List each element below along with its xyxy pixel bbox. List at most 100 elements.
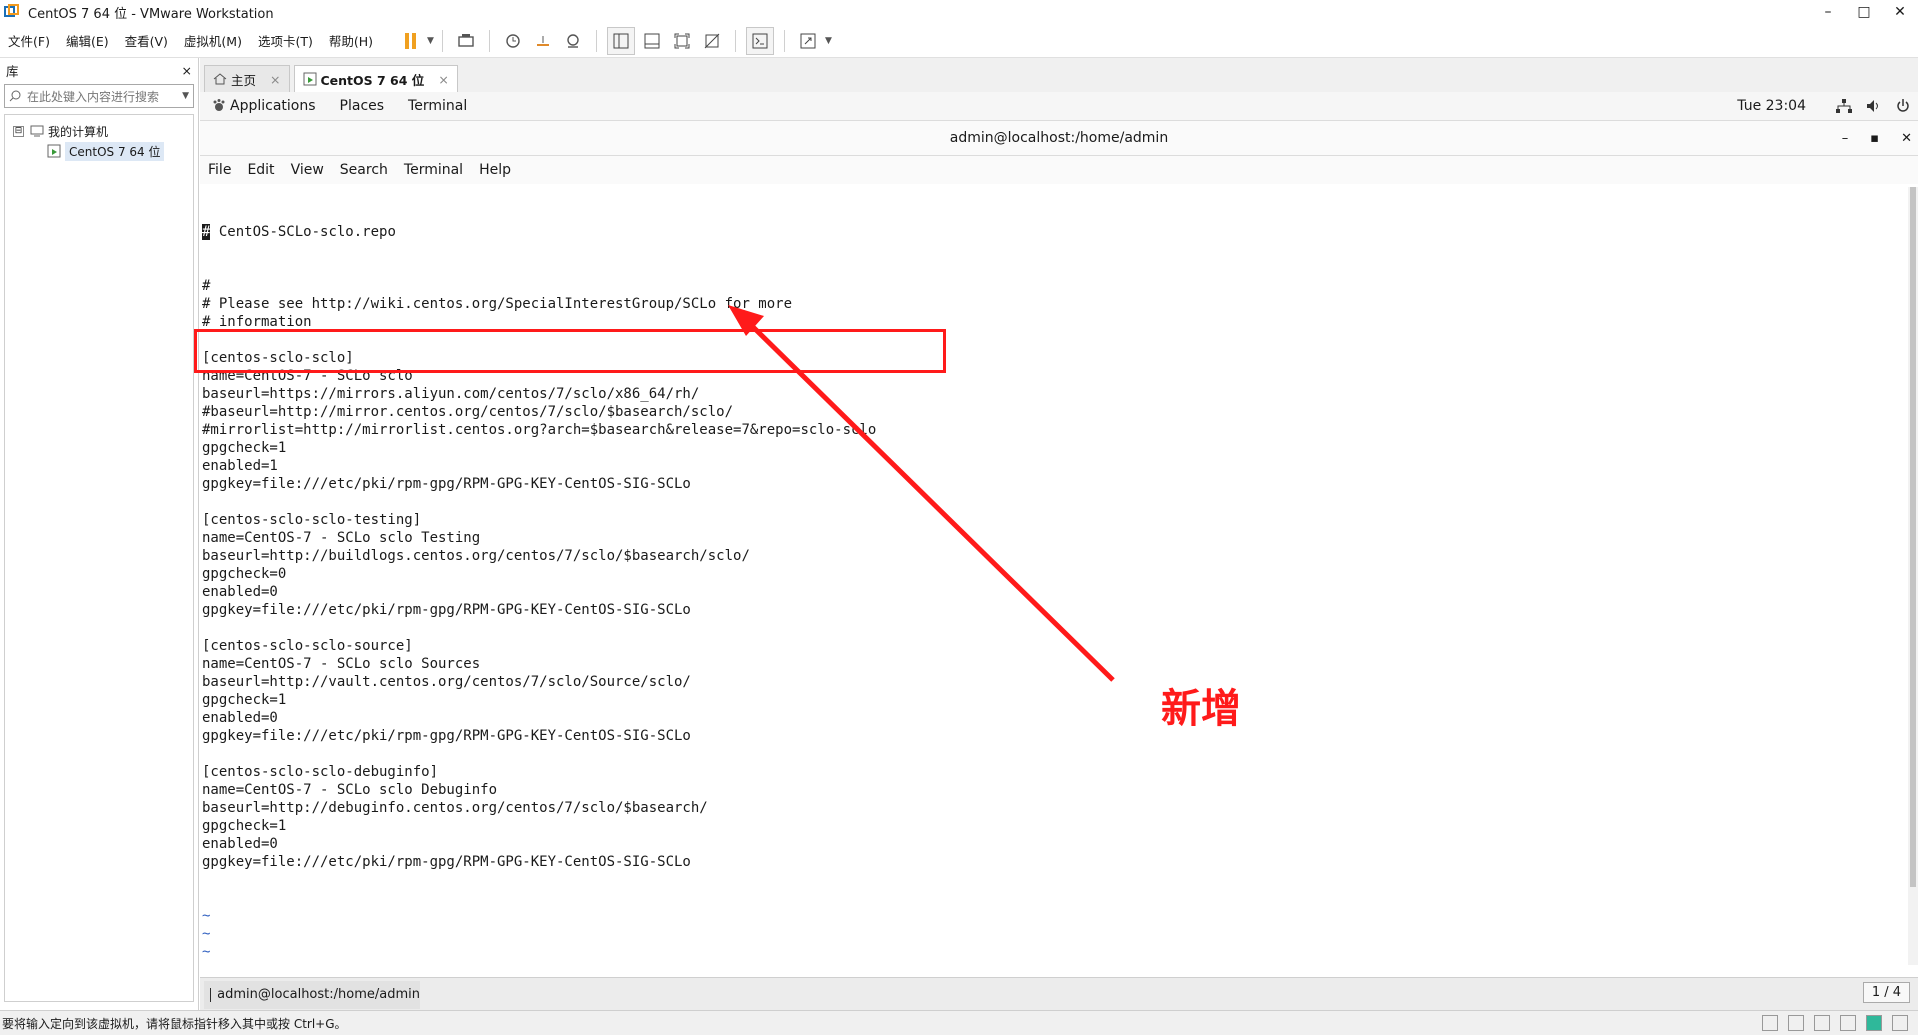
- sidebar-icon: [613, 33, 629, 48]
- minimize-button[interactable]: –: [1810, 0, 1846, 24]
- snapshot-manager-button[interactable]: [560, 28, 586, 54]
- window-controls: – □ ✕: [1810, 0, 1918, 24]
- sound-icon[interactable]: [1866, 1015, 1882, 1031]
- terminal-menu-search[interactable]: Search: [332, 162, 396, 178]
- toolbar: ▼ ▼: [395, 26, 832, 55]
- menu-view[interactable]: 查看(V): [117, 31, 176, 50]
- pause-icon: [404, 32, 416, 49]
- thumbnail-icon: [644, 33, 660, 48]
- stretch-icon: [800, 33, 816, 48]
- chevron-down-icon[interactable]: ▼: [825, 36, 832, 46]
- terminal-text-area[interactable]: # CentOS-SCLo-sclo.repo # # Please see ht…: [200, 187, 1906, 965]
- send-ctrl-alt-del-button[interactable]: [453, 28, 479, 54]
- tab-home[interactable]: 主页 ×: [204, 65, 290, 92]
- terminal-line: [centos-sclo-sclo-debuginfo]: [202, 764, 439, 780]
- clock[interactable]: Tue 23:04: [1737, 98, 1806, 114]
- terminal-line: name=CentOS-7 - SCLo sclo Debuginfo: [202, 782, 498, 798]
- menu-edit[interactable]: 编辑(E): [58, 31, 117, 50]
- terminal-minimize-button[interactable]: –: [1842, 131, 1849, 146]
- terminal-menu-terminal[interactable]: Terminal: [396, 162, 471, 178]
- chevron-down-icon[interactable]: ▼: [182, 91, 189, 101]
- power-icon[interactable]: [1896, 99, 1910, 113]
- menu-file[interactable]: 文件(F): [0, 31, 58, 50]
- library-panel: 库 × 在此处键入内容进行搜索 ▼ ⊟ 我的计算机 CentOS 7 64 位: [0, 58, 199, 1010]
- terminal-maximize-button[interactable]: ▪: [1870, 131, 1879, 146]
- network-adapter-icon[interactable]: [1814, 1015, 1830, 1031]
- terminal-line: enabled=0: [202, 836, 278, 852]
- hdd-icon[interactable]: [1762, 1015, 1778, 1031]
- terminal-line: gpgkey=file:///etc/pki/rpm-gpg/RPM-GPG-K…: [202, 476, 691, 492]
- annotation-highlight-box: [194, 329, 946, 373]
- terminal-line: ~: [202, 926, 211, 942]
- gnome-foot-icon: [213, 99, 225, 111]
- close-tab-icon[interactable]: ×: [270, 72, 280, 87]
- vm-tab-bar: 主页 × CentOS 7 64 位 ×: [200, 58, 1918, 93]
- display-icon[interactable]: [1892, 1015, 1908, 1031]
- menu-tabs[interactable]: 选项卡(T): [250, 31, 321, 50]
- workspace-pager[interactable]: 1 / 4: [1862, 982, 1910, 1003]
- volume-icon[interactable]: [1866, 99, 1882, 113]
- terminal-line: gpgcheck=1: [202, 692, 287, 708]
- terminal-icon: [210, 987, 212, 1002]
- tree-item-my-computer[interactable]: ⊟ 我的计算机: [5, 121, 193, 141]
- tab-centos[interactable]: CentOS 7 64 位 ×: [293, 65, 458, 92]
- close-tab-icon[interactable]: ×: [438, 72, 448, 87]
- tree-item-centos-vm[interactable]: CentOS 7 64 位: [5, 141, 193, 161]
- terminal-scrollbar[interactable]: [1908, 187, 1918, 965]
- guest-display[interactable]: Applications Places Terminal Tue 23:04 a…: [200, 92, 1918, 1011]
- terminal-line: #baseurl=http://mirror.centos.org/centos…: [202, 404, 734, 420]
- computer-icon: [30, 125, 44, 137]
- network-icon[interactable]: [1836, 99, 1852, 113]
- maximize-button[interactable]: □: [1846, 0, 1882, 24]
- terminal-menu-view[interactable]: View: [283, 162, 332, 178]
- gnome-terminal-menu[interactable]: Terminal: [396, 98, 479, 114]
- unity-button[interactable]: [699, 28, 725, 54]
- terminal-menu-file[interactable]: File: [200, 162, 239, 178]
- scrollbar-thumb[interactable]: [1910, 187, 1916, 887]
- full-screen-button[interactable]: [669, 28, 695, 54]
- annotation-label: 新增: [1161, 686, 1241, 732]
- terminal-menubar: File Edit View Search Terminal Help: [200, 156, 1918, 184]
- fullscreen-icon: [674, 33, 690, 48]
- collapse-icon[interactable]: ⊟: [13, 125, 24, 137]
- window-titlebar: CentOS 7 64 位 - VMware Workstation – □ ✕: [0, 0, 1918, 24]
- keyboard-icon: [458, 33, 474, 47]
- gnome-places-menu[interactable]: Places: [328, 98, 397, 114]
- vmware-statusbar: 要将输入定向到该虚拟机，请将鼠标指针移入其中或按 Ctrl+G。: [0, 1010, 1918, 1035]
- vmware-logo-icon: [4, 4, 19, 17]
- window-title: CentOS 7 64 位 - VMware Workstation: [28, 6, 274, 22]
- pause-vm-button[interactable]: [397, 28, 423, 54]
- toolbar-divider: [734, 29, 736, 52]
- cdrom-icon[interactable]: [1788, 1015, 1804, 1031]
- close-window-button[interactable]: ✕: [1882, 0, 1918, 24]
- library-search-input[interactable]: 在此处键入内容进行搜索 ▼: [4, 84, 194, 108]
- revert-snapshot-button[interactable]: [530, 28, 556, 54]
- terminal-line: name=CentOS-7 - SCLo sclo Sources: [202, 656, 481, 672]
- gnome-applications-menu[interactable]: Applications: [200, 98, 328, 114]
- gnome-top-bar: Applications Places Terminal Tue 23:04: [200, 92, 1918, 121]
- chevron-down-icon[interactable]: ▼: [427, 36, 434, 46]
- terminal-menu-edit[interactable]: Edit: [239, 162, 282, 178]
- terminal-line: gpgkey=file:///etc/pki/rpm-gpg/RPM-GPG-K…: [202, 728, 691, 744]
- terminal-close-button[interactable]: ✕: [1901, 131, 1912, 146]
- terminal-line: #: [202, 278, 211, 294]
- status-hint: 要将输入定向到该虚拟机，请将鼠标指针移入其中或按 Ctrl+G。: [2, 1016, 347, 1031]
- console-view-button[interactable]: [745, 26, 774, 55]
- window-list-item-terminal[interactable]: admin@localhost:/home/admin: [204, 980, 420, 1009]
- terminal-menu-help[interactable]: Help: [471, 162, 519, 178]
- menu-vm[interactable]: 虚拟机(M): [176, 31, 250, 50]
- terminal-line: baseurl=https://mirrors.aliyun.com/cento…: [202, 386, 700, 402]
- snapshot-button[interactable]: [500, 28, 526, 54]
- thumbnail-bar-button[interactable]: [639, 28, 665, 54]
- library-tree: ⊟ 我的计算机 CentOS 7 64 位: [4, 114, 194, 1002]
- usb-icon[interactable]: [1840, 1015, 1856, 1031]
- terminal-line: ~: [202, 944, 211, 960]
- terminal-line: gpgcheck=1: [202, 818, 287, 834]
- stretch-button[interactable]: [795, 28, 821, 54]
- close-library-icon[interactable]: ×: [182, 63, 192, 78]
- console-icon: [752, 33, 768, 48]
- show-library-button[interactable]: [606, 26, 635, 55]
- menu-help[interactable]: 帮助(H): [321, 31, 381, 50]
